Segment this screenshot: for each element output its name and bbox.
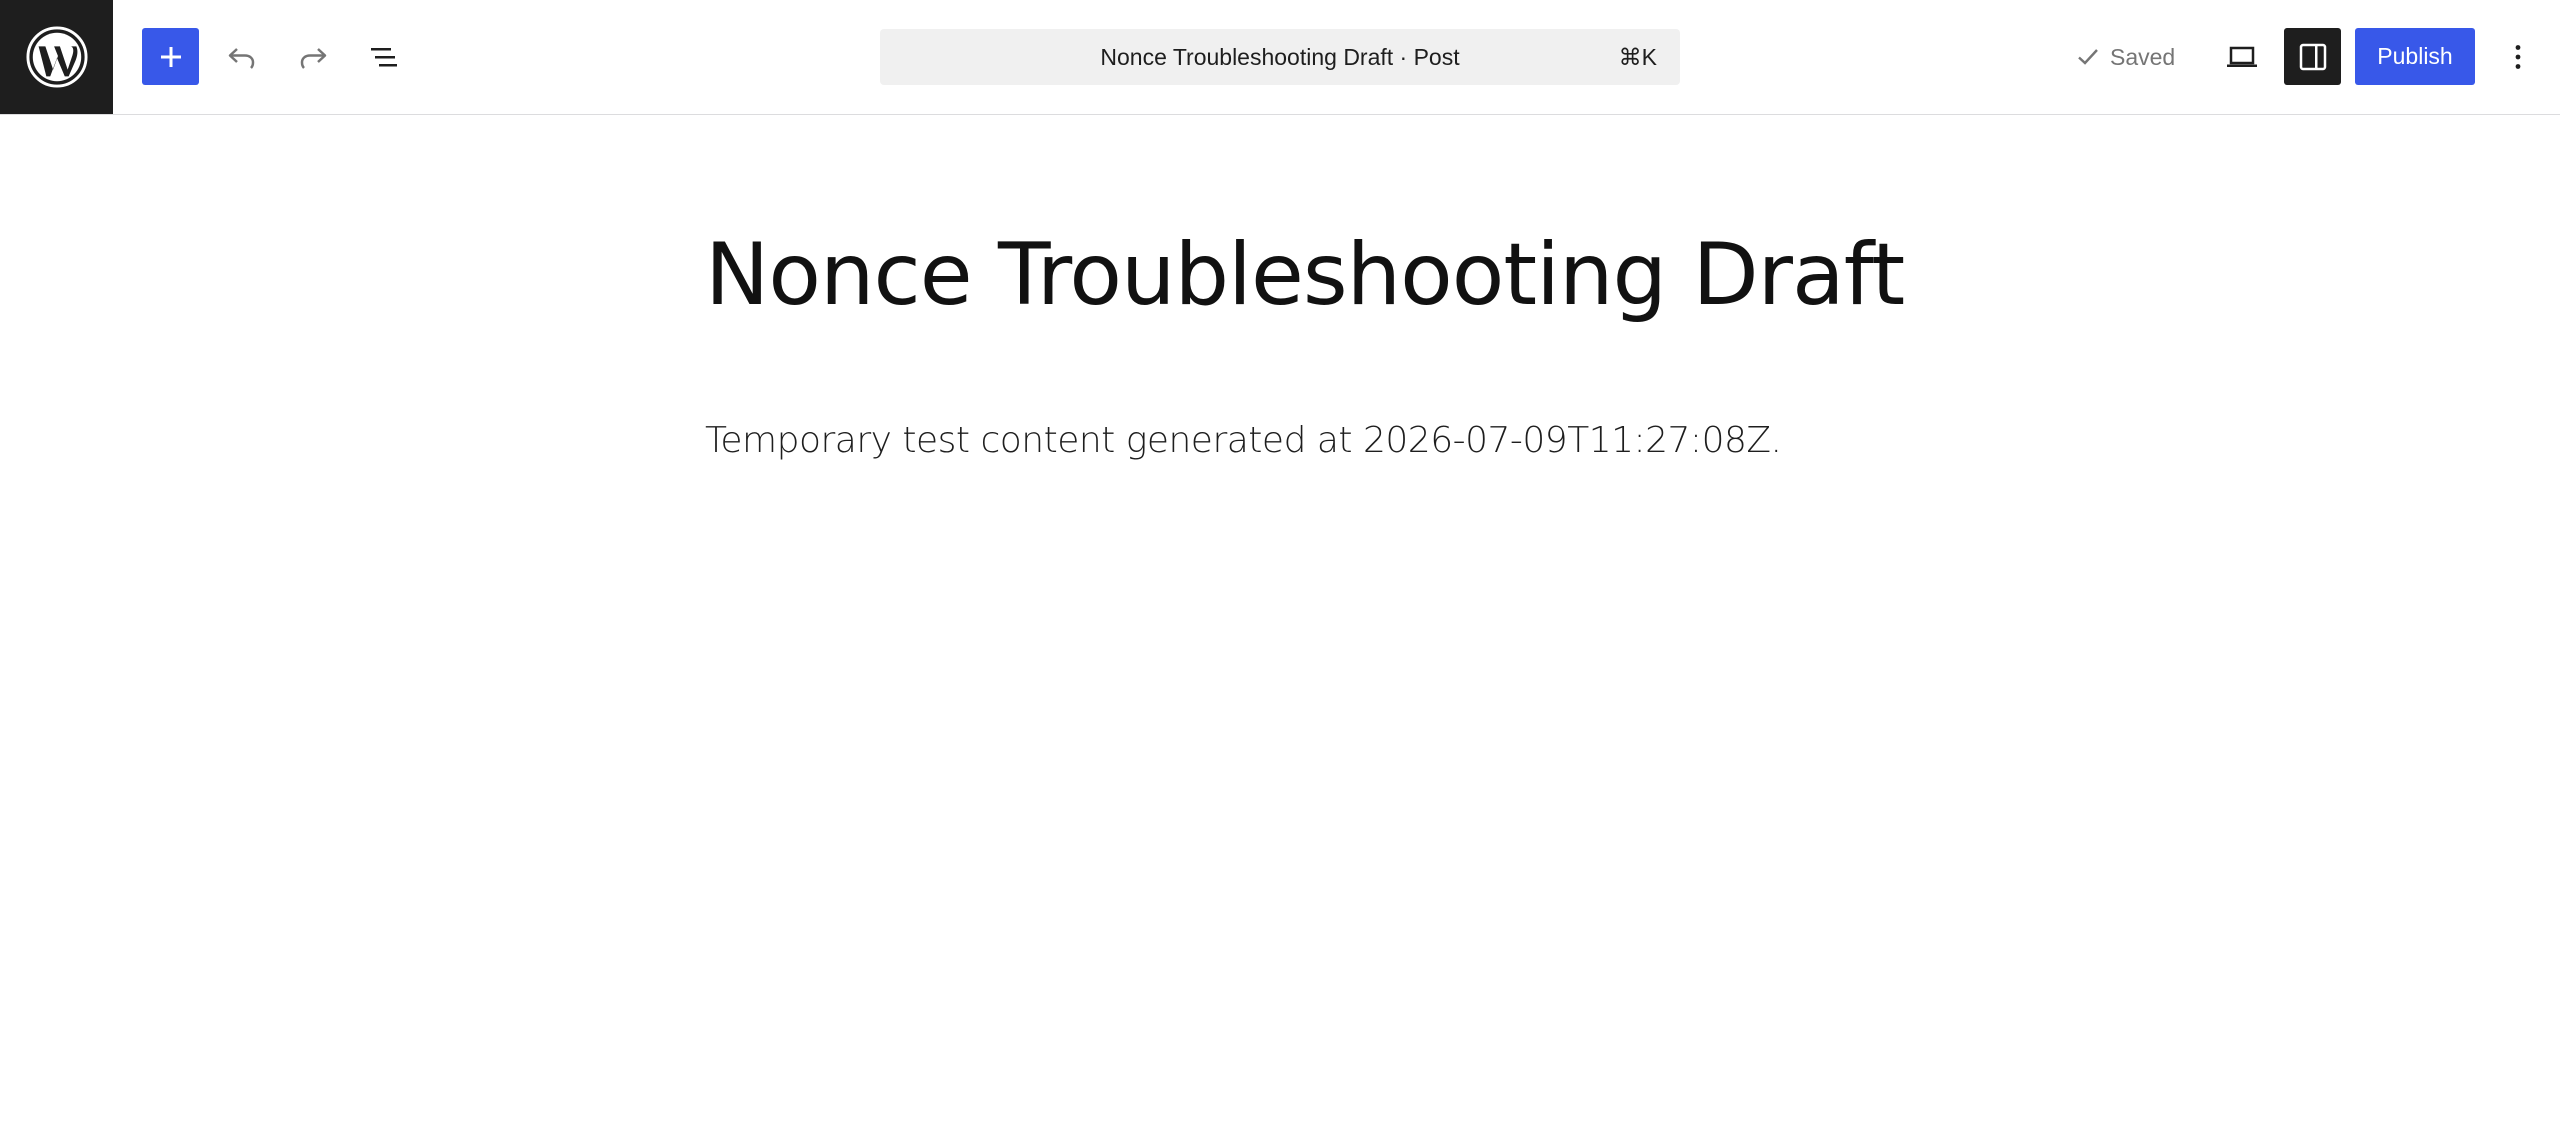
sidebar-toggle-icon: [2299, 43, 2326, 70]
redo-icon: [300, 47, 327, 69]
post-title[interactable]: Nonce Troubleshooting Draft: [705, 225, 1905, 325]
options-button[interactable]: [2492, 28, 2544, 85]
redo-button[interactable]: [287, 28, 339, 85]
command-shortcut: ⌘K: [1618, 43, 1657, 70]
undo-button[interactable]: [216, 28, 268, 85]
list-view-icon: [371, 47, 397, 66]
editor-header: Nonce Troubleshooting Draft · Post ⌘K Sa…: [0, 0, 2560, 115]
command-palette-bar[interactable]: Nonce Troubleshooting Draft · Post ⌘K: [880, 29, 1680, 85]
plus-icon: [160, 46, 181, 67]
list-view-button[interactable]: [358, 28, 410, 85]
add-block-button[interactable]: [142, 28, 199, 85]
editor-canvas: Nonce Troubleshooting Draft Temporary te…: [0, 115, 2560, 1138]
publish-button[interactable]: Publish: [2355, 28, 2475, 85]
view-button[interactable]: [2216, 28, 2268, 85]
settings-toggle-button[interactable]: [2284, 28, 2341, 85]
wordpress-logo-icon[interactable]: [0, 0, 113, 114]
saved-status: Saved: [2076, 29, 2175, 85]
more-vertical-icon: [2515, 44, 2521, 69]
document-title: Nonce Troubleshooting Draft · Post: [1100, 43, 1460, 70]
saved-label: Saved: [2110, 43, 2176, 70]
check-icon: [2078, 49, 2098, 65]
undo-icon: [228, 47, 255, 69]
paragraph-block[interactable]: Temporary test content generated at 2026…: [705, 420, 1865, 461]
desktop-view-icon: [2227, 46, 2257, 67]
